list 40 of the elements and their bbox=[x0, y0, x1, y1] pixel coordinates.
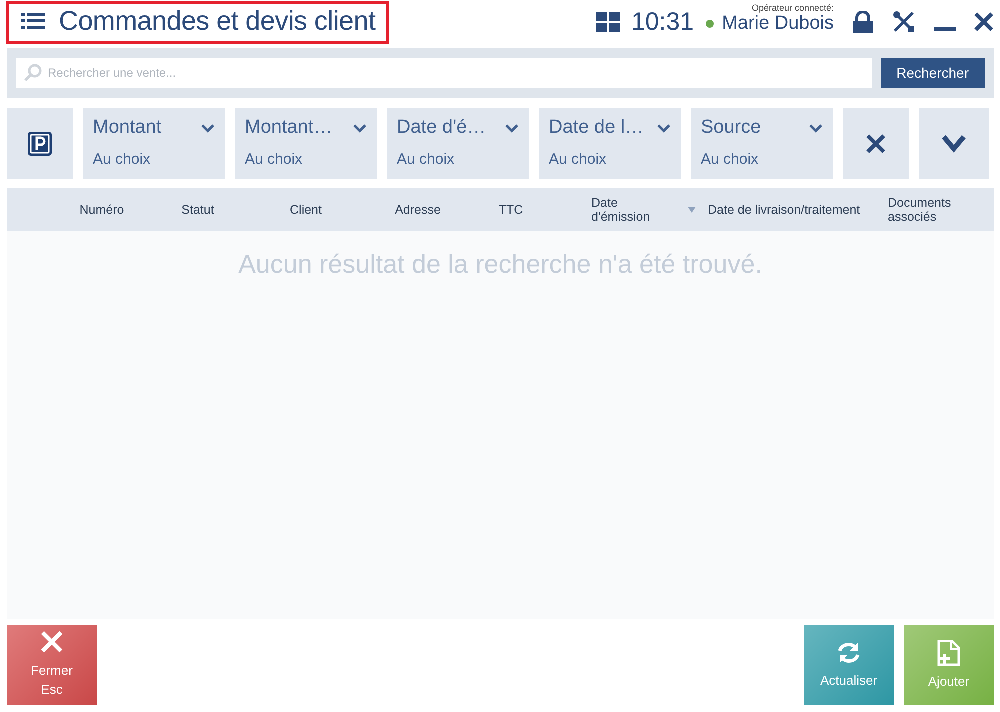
chevron-down-icon bbox=[942, 134, 966, 152]
column-header[interactable]: Statut bbox=[182, 202, 214, 216]
chevron-down-icon bbox=[657, 124, 671, 132]
filter-dropdown[interactable]: Source Au choix bbox=[691, 108, 833, 179]
expand-button[interactable] bbox=[919, 108, 989, 179]
operator-label: Opérateur connecté: bbox=[752, 3, 834, 13]
parking-icon bbox=[27, 130, 53, 156]
operator-name: Marie Dubois bbox=[722, 13, 834, 35]
column-header[interactable]: Client bbox=[290, 202, 322, 216]
filter-dropdown[interactable]: Date d'é… Au choix bbox=[387, 108, 529, 179]
close-icon bbox=[866, 134, 886, 154]
column-header[interactable]: Numéro bbox=[80, 202, 124, 216]
add-document-icon bbox=[937, 640, 961, 666]
column-header[interactable]: TTC bbox=[498, 202, 524, 216]
column-header[interactable]: Documents associés bbox=[888, 196, 968, 224]
column-header[interactable]: Date d'émission bbox=[592, 196, 666, 224]
chevron-down-icon bbox=[353, 124, 367, 132]
filter-dropdown[interactable]: Montant Au choix bbox=[83, 108, 225, 179]
refresh-icon bbox=[836, 641, 862, 665]
clock-time: 10:31 bbox=[632, 8, 694, 36]
filter-dropdown[interactable]: Montant… Au choix bbox=[235, 108, 377, 179]
search-field[interactable]: Rechercher une vente... bbox=[16, 58, 872, 88]
chevron-down-icon bbox=[201, 124, 215, 132]
close-button[interactable]: Fermer Esc bbox=[7, 625, 97, 705]
lock-icon[interactable] bbox=[852, 11, 874, 33]
tools-icon[interactable] bbox=[892, 10, 916, 34]
close-icon bbox=[40, 631, 64, 653]
window-title: Commandes et devis client bbox=[59, 6, 376, 36]
column-header[interactable]: Adresse bbox=[395, 202, 441, 216]
sort-down-icon bbox=[688, 207, 696, 213]
close-icon[interactable] bbox=[974, 12, 994, 32]
chevron-down-icon bbox=[809, 124, 823, 132]
column-header[interactable]: Date de livraison/traitement bbox=[708, 202, 860, 216]
clear-filters-button[interactable] bbox=[843, 108, 909, 179]
parking-button[interactable] bbox=[7, 108, 73, 179]
grid-icon[interactable] bbox=[596, 12, 620, 32]
filter-dropdown[interactable]: Date de l… Au choix bbox=[539, 108, 681, 179]
menu-icon[interactable] bbox=[21, 12, 45, 30]
search-button[interactable]: Rechercher bbox=[880, 58, 985, 88]
chevron-down-icon bbox=[505, 124, 519, 132]
